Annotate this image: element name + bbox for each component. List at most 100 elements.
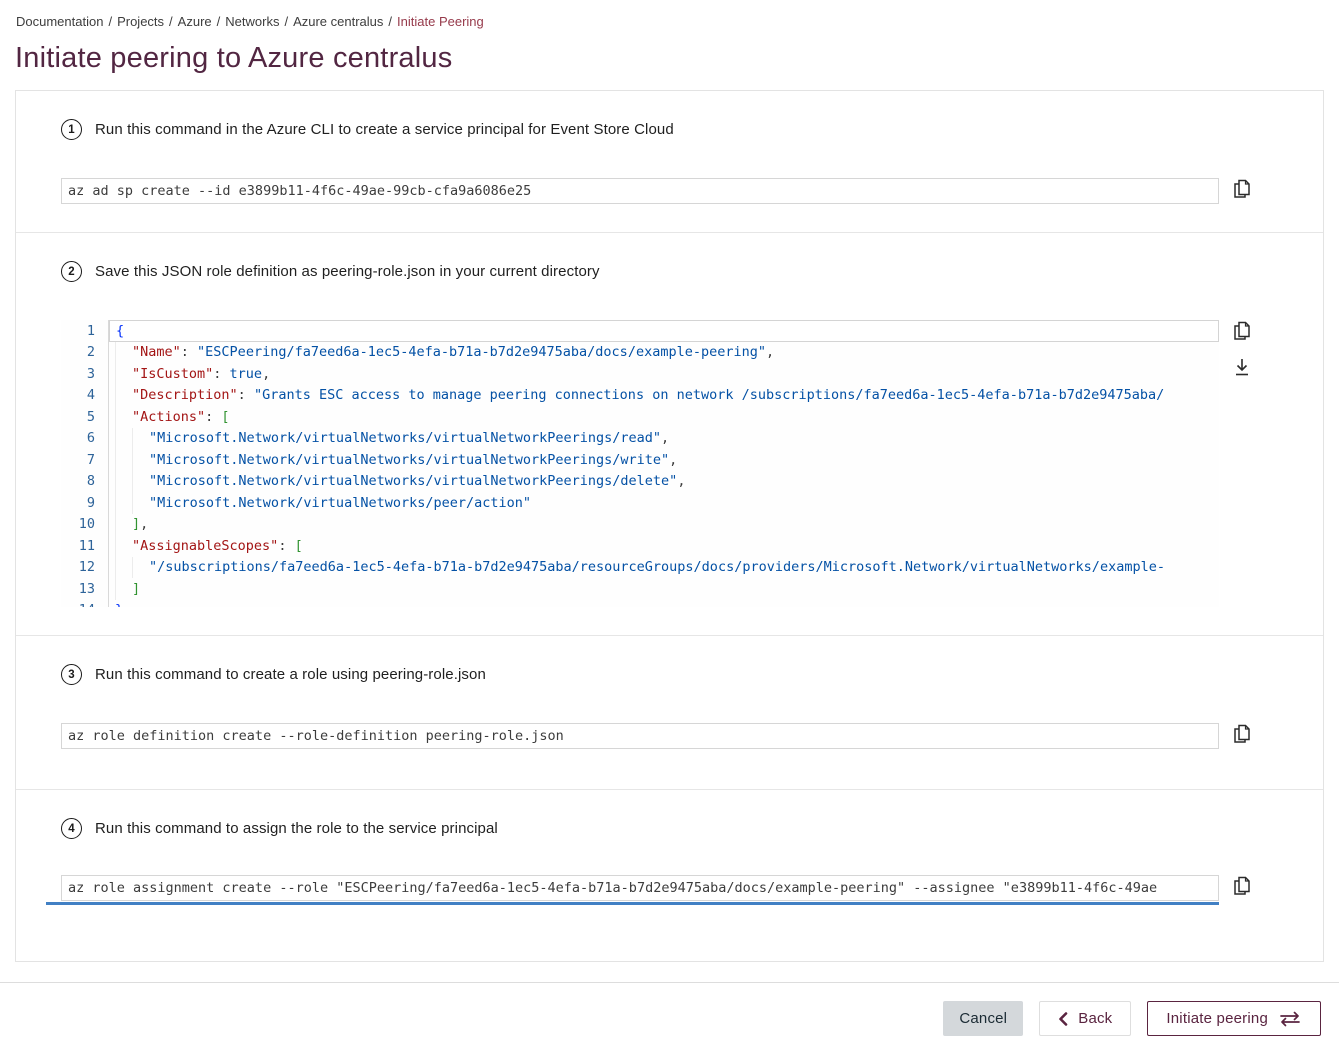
code-token-punct: : xyxy=(205,409,221,425)
code-line: 7"Microsoft.Network/virtualNetworks/virt… xyxy=(61,449,1219,471)
code-line: 10], xyxy=(61,514,1219,536)
breadcrumb-item-azure[interactable]: Azure xyxy=(178,14,212,29)
cancel-button[interactable]: Cancel xyxy=(943,1001,1023,1036)
json-editor[interactable]: 1{2"Name": "ESCPeering/fa7eed6a-1ec5-4ef… xyxy=(61,320,1219,607)
line-number: 9 xyxy=(61,492,109,514)
indent-guide xyxy=(115,406,132,428)
code-line: 6"Microsoft.Network/virtualNetworks/virt… xyxy=(61,428,1219,450)
step-2-instruction: Save this JSON role definition as peerin… xyxy=(95,263,600,280)
code-token-punct: : xyxy=(278,538,294,554)
code-line-content: "IsCustom": true, xyxy=(109,363,1219,385)
code-token-punct: , xyxy=(677,473,685,489)
indent-guide xyxy=(115,492,132,514)
indent-guide xyxy=(132,449,149,471)
breadcrumb-item-projects[interactable]: Projects xyxy=(117,14,164,29)
back-button-label: Back xyxy=(1078,1010,1112,1027)
code-token-key: "Description" xyxy=(132,387,238,403)
indent-guide xyxy=(115,428,132,450)
breadcrumb-item-azure-centralus[interactable]: Azure centralus xyxy=(293,14,383,29)
code-token-bracket: ] xyxy=(132,516,140,532)
step-1-copy-button[interactable] xyxy=(1232,178,1252,200)
code-line-content: "Name": "ESCPeering/fa7eed6a-1ec5-4efa-b… xyxy=(109,342,1219,364)
line-number: 11 xyxy=(61,535,109,557)
code-token-bracket: [ xyxy=(295,538,303,554)
breadcrumb-separator: / xyxy=(284,14,288,29)
line-number: 5 xyxy=(61,406,109,428)
step-2-copy-button[interactable] xyxy=(1232,320,1252,342)
code-token-bracket: ] xyxy=(132,581,140,597)
line-number: 10 xyxy=(61,514,109,536)
step-1-header: 1 Run this command in the Azure CLI to c… xyxy=(61,119,1273,140)
code-token-brace: { xyxy=(116,323,124,339)
code-line-content: { xyxy=(109,320,1219,342)
breadcrumb-item-documentation[interactable]: Documentation xyxy=(16,14,103,29)
breadcrumb-separator: / xyxy=(108,14,112,29)
code-line: 3"IsCustom": true, xyxy=(61,363,1219,385)
step-3: 3 Run this command to create a role usin… xyxy=(16,636,1323,789)
step-3-code-field[interactable]: az role definition create --role-definit… xyxy=(61,723,1219,749)
code-token-punct: , xyxy=(669,452,677,468)
code-token-key: "Name" xyxy=(132,344,181,360)
line-number: 7 xyxy=(61,449,109,471)
initiate-peering-button[interactable]: Initiate peering xyxy=(1147,1001,1321,1036)
copy-icon xyxy=(1232,320,1252,342)
indent-guide xyxy=(132,428,149,450)
breadcrumb-item-networks[interactable]: Networks xyxy=(225,14,279,29)
horizontal-scrollbar[interactable] xyxy=(46,902,1219,905)
code-token-punct: , xyxy=(140,516,148,532)
back-button[interactable]: Back xyxy=(1039,1001,1131,1036)
code-line-content: "Microsoft.Network/virtualNetworks/virtu… xyxy=(109,428,1219,450)
swap-arrows-icon xyxy=(1278,1011,1302,1027)
download-icon xyxy=(1232,357,1252,377)
code-token-punct: , xyxy=(262,366,270,382)
code-line: 1{ xyxy=(61,320,1219,342)
code-line-content: "Description": "Grants ESC access to man… xyxy=(109,385,1219,407)
code-token-punct: : xyxy=(213,366,229,382)
code-line: 12"/subscriptions/fa7eed6a-1ec5-4efa-b71… xyxy=(61,557,1219,579)
step-2-header: 2 Save this JSON role definition as peer… xyxy=(61,261,1273,282)
step-3-number-badge: 3 xyxy=(61,664,82,685)
step-2: 2 Save this JSON role definition as peer… xyxy=(16,233,1323,635)
line-number: 3 xyxy=(61,363,109,385)
step-1-code-field[interactable]: az ad sp create --id e3899b11-4f6c-49ae-… xyxy=(61,178,1219,204)
line-number: 13 xyxy=(61,578,109,600)
line-number: 1 xyxy=(61,320,109,342)
step-1-code-wrap: az ad sp create --id e3899b11-4f6c-49ae-… xyxy=(61,178,1219,204)
step-3-header: 3 Run this command to create a role usin… xyxy=(61,664,1273,685)
code-line: 11"AssignableScopes": [ xyxy=(61,535,1219,557)
copy-icon xyxy=(1232,875,1252,897)
indent-guide xyxy=(132,471,149,493)
step-4: 4 Run this command to assign the role to… xyxy=(16,790,1323,961)
step-2-download-button[interactable] xyxy=(1232,357,1252,377)
indent-guide xyxy=(115,363,132,385)
step-1-instruction: Run this command in the Azure CLI to cre… xyxy=(95,121,674,138)
indent-guide xyxy=(115,514,132,536)
breadcrumb: Documentation/Projects/Azure/Networks/Az… xyxy=(0,0,1339,29)
indent-guide xyxy=(115,535,132,557)
line-number: 8 xyxy=(61,471,109,493)
indent-guide xyxy=(115,578,132,600)
indent-guide xyxy=(115,385,132,407)
code-line: 14} xyxy=(61,600,1219,608)
code-token-key: "Actions" xyxy=(132,409,205,425)
step-1-code-row: az ad sp create --id e3899b11-4f6c-49ae-… xyxy=(61,178,1273,204)
step-4-code-wrap: az role assignment create --role "ESCPee… xyxy=(61,875,1219,901)
code-token-brace: } xyxy=(115,602,123,607)
code-token-bool: true xyxy=(230,366,263,382)
code-line-content: "Microsoft.Network/virtualNetworks/virtu… xyxy=(109,471,1219,493)
step-1-number-badge: 1 xyxy=(61,119,82,140)
page: Documentation/Projects/Azure/Networks/Az… xyxy=(0,0,1339,1057)
footer-actions: Cancel Back Initiate peering xyxy=(0,983,1339,1036)
code-token-str: "Grants ESC access to manage peering con… xyxy=(254,387,1164,403)
step-4-code-field[interactable]: az role assignment create --role "ESCPee… xyxy=(61,875,1219,901)
code-line: 5 "Actions": [ xyxy=(61,406,1219,428)
page-title: Initiate peering to Azure centralus xyxy=(15,42,1339,75)
code-line-content: } xyxy=(109,600,1219,608)
code-token-str: "Microsoft.Network/virtualNetworks/virtu… xyxy=(149,430,661,446)
line-number: 12 xyxy=(61,557,109,579)
indent-guide xyxy=(115,471,132,493)
step-4-code-row: az role assignment create --role "ESCPee… xyxy=(61,875,1273,901)
step-4-copy-button[interactable] xyxy=(1232,875,1252,897)
step-3-copy-button[interactable] xyxy=(1232,723,1252,745)
code-token-bracket: [ xyxy=(221,409,229,425)
